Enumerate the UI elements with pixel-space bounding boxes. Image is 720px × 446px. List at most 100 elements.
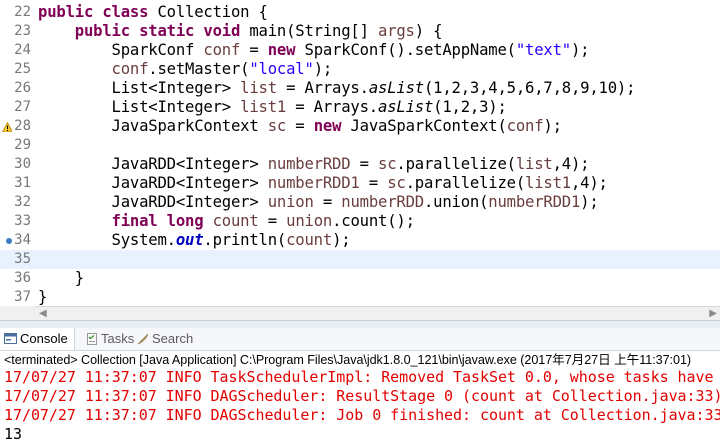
code-token: count	[286, 231, 333, 249]
code-token: union	[267, 193, 314, 211]
code-token: (1,2,3);	[433, 98, 507, 116]
code-token: out	[175, 231, 204, 249]
code-line[interactable]: 24 SparkConf conf = new SparkConf().setA…	[0, 41, 720, 60]
code-token: public static void	[74, 22, 250, 40]
code-token: args	[377, 22, 415, 40]
code-line[interactable]: 33 final long count = union.count();	[0, 212, 720, 231]
code-token: final long	[111, 212, 213, 230]
code-line[interactable]: 30 JavaRDD<Integer> numberRDD = sc.paral…	[0, 155, 720, 174]
code-text: JavaSparkContext sc = new JavaSparkConte…	[38, 117, 563, 136]
code-line[interactable]: 35	[0, 250, 720, 269]
line-number: 26	[14, 80, 31, 96]
code-token: .setMaster(	[148, 60, 250, 78]
console-line: 17/07/27 11:37:07 INFO DAGScheduler: Res…	[4, 387, 720, 405]
line-number: 31	[14, 175, 31, 191]
code-line[interactable]: 31 JavaRDD<Integer> numberRDD1 = sc.para…	[0, 174, 720, 193]
line-number: 37	[14, 289, 31, 305]
code-token: new	[313, 117, 351, 135]
code-line[interactable]: 25 conf.setMaster("local");	[0, 60, 720, 79]
code-line[interactable]: 22 public class Collection {	[0, 3, 720, 22]
line-number: 35	[14, 251, 31, 267]
code-token: }	[38, 288, 48, 306]
code-token: =	[240, 41, 268, 59]
code-token: List<Integer>	[38, 98, 241, 116]
tab-console[interactable]: Console	[0, 328, 75, 350]
console-output[interactable]: <terminated> Collection [Java Applicatio…	[0, 351, 720, 446]
code-token: list1	[525, 174, 571, 192]
code-token: =	[313, 193, 342, 211]
code-token: asList	[368, 79, 424, 97]
code-line[interactable]: 27 List<Integer> list1 = Arrays.asList(1…	[0, 98, 720, 117]
code-token: JavaRDD<Integer>	[38, 155, 268, 173]
console-line: 17/07/27 11:37:07 INFO TaskSchedulerImpl…	[4, 368, 714, 386]
code-text: JavaRDD<Integer> numberRDD1 = sc.paralle…	[38, 174, 608, 193]
code-text: final long count = union.count();	[38, 212, 415, 231]
code-token: list	[240, 79, 277, 97]
code-token: );	[580, 193, 599, 211]
search-icon	[137, 333, 149, 345]
code-token: conf	[111, 60, 149, 78]
code-token: "local"	[249, 60, 314, 78]
code-text: JavaRDD<Integer> numberRDD = sc.parallel…	[38, 155, 590, 174]
code-text: }	[38, 288, 47, 306]
tab-tasks-label: Tasks	[101, 331, 135, 346]
tab-search-label: Search	[152, 331, 194, 346]
code-token: );	[570, 41, 590, 59]
line-number: 32	[14, 194, 31, 210]
tab-tasks[interactable]: Tasks	[86, 328, 134, 350]
line-number: 22	[14, 4, 31, 20]
line-number: 33	[14, 213, 31, 229]
code-token: union	[286, 212, 333, 230]
code-token: public class	[38, 3, 158, 21]
console-line: 17/07/27 11:37:07 INFO DAGScheduler: Job…	[4, 406, 720, 424]
code-token: sc	[378, 155, 397, 173]
code-token: JavaSparkContext(	[350, 117, 507, 135]
code-text: System.out.println(count);	[38, 231, 351, 250]
code-text: }	[38, 269, 84, 288]
code-line[interactable]: 29	[0, 136, 720, 155]
code-token: =	[359, 174, 388, 192]
code-line[interactable]: 23 public static void main(String[] args…	[0, 22, 720, 41]
code-line[interactable]: 37}	[0, 288, 720, 306]
code-token: JavaRDD<Integer>	[38, 174, 268, 192]
code-text: JavaRDD<Integer> union = numberRDD.union…	[38, 193, 599, 212]
code-token: SparkConf	[38, 41, 204, 59]
code-token: =	[286, 117, 314, 135]
warning-marker-icon[interactable]	[2, 122, 12, 132]
line-number: 30	[14, 156, 31, 172]
line-number: 27	[14, 99, 31, 115]
code-token: .parallelize(	[405, 174, 526, 192]
code-token: list1	[240, 98, 287, 116]
code-token: (1,2,3,4,5,6,7,8,9,10);	[423, 79, 636, 97]
code-line[interactable]: 28 JavaSparkContext sc = new JavaSparkCo…	[0, 117, 720, 136]
code-token: List<Integer>	[38, 79, 241, 97]
code-token: =	[350, 155, 378, 173]
code-token: new	[267, 41, 305, 59]
code-text: conf.setMaster("local");	[38, 60, 333, 79]
code-token: "text"	[515, 41, 571, 59]
scroll-right-icon[interactable]: ▶	[709, 308, 717, 319]
code-token: numberRDD	[267, 155, 351, 173]
console-icon	[4, 333, 17, 344]
code-token: list	[515, 155, 553, 173]
code-token: JavaSparkContext	[38, 117, 268, 135]
code-line[interactable]: 32 JavaRDD<Integer> union = numberRDD.un…	[0, 193, 720, 212]
code-text: SparkConf conf = new SparkConf().setAppN…	[38, 41, 590, 60]
code-editor[interactable]: 22 public class Collection {23 public sta…	[0, 0, 720, 306]
code-line[interactable]: 36 }	[0, 269, 720, 288]
code-token: asList	[378, 98, 434, 116]
code-token: .count();	[332, 212, 415, 230]
code-line[interactable]: 34 System.out.println(count);	[0, 231, 720, 250]
scroll-left-icon[interactable]: ◀	[39, 308, 47, 319]
code-token: sc	[267, 117, 287, 135]
code-token: count	[212, 212, 259, 230]
code-token: = Arrays.	[286, 98, 378, 116]
tab-search[interactable]: Search	[137, 328, 193, 350]
code-line[interactable]: 26 List<Integer> list = Arrays.asList(1,…	[0, 79, 720, 98]
code-token: numberRDD1	[267, 174, 360, 192]
code-token: SparkConf().setAppName(	[304, 41, 517, 59]
horizontal-scrollbar[interactable]: ◀ ▶	[36, 306, 720, 321]
override-marker-icon[interactable]	[6, 238, 12, 244]
